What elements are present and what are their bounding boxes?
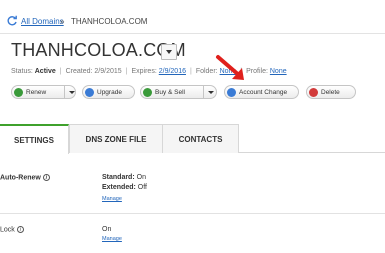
lock-label-text: Lock [0,226,15,234]
extended-label: Extended: [102,184,136,191]
dollar-icon [143,88,152,97]
breadcrumb-separator: » [60,17,65,26]
expires-label: Expires: [131,68,157,75]
breadcrumb-all-domains-link[interactable]: All Domains [21,17,64,26]
standard-value: On [136,174,146,181]
user-icon [227,88,236,97]
auto-renew-extended: Extended: Off [102,184,147,191]
upgrade-label: Upgrade [97,89,122,96]
domain-dropdown-button[interactable] [161,44,177,60]
created-value: 2/9/2015 [94,68,122,75]
row-divider [0,213,385,214]
auto-renew-manage-link[interactable]: Manage [102,196,122,202]
lock-value: On [102,226,112,233]
created-label: Created: [65,68,93,75]
account-change-button[interactable]: Account Change [224,85,299,99]
buy-sell-label: Buy & Sell [155,89,185,96]
upgrade-icon [85,88,94,97]
delete-label: Delete [321,89,340,96]
domain-title: THANHCOLOA.COM [11,40,186,60]
delete-icon [309,88,318,97]
auto-renew-label: Auto-Renew i [0,174,50,181]
renew-dropdown-caret[interactable] [64,86,77,98]
account-change-label: Account Change [239,89,288,96]
info-icon[interactable]: i [16,226,24,233]
auto-renew-standard: Standard: On [102,174,146,181]
breadcrumb-current: THANHCOLOA.COM [71,17,148,26]
breadcrumb-bar: All Domains » THANHCOLOA.COM [0,13,385,34]
status-value: Active [34,68,56,75]
upgrade-button[interactable]: Upgrade [82,85,135,99]
renew-button[interactable]: Renew [11,85,76,99]
expires-date-link[interactable]: 2/9/2016 [159,68,186,75]
extended-value: Off [137,184,148,191]
renew-label: Renew [26,89,47,96]
standard-label: Standard: [102,174,135,181]
refresh-icon[interactable] [6,15,18,27]
tab-dns-zone-file[interactable]: DNS ZONE FILE [69,124,163,153]
buy-sell-button[interactable]: Buy & Sell [140,85,217,99]
info-icon[interactable]: i [42,174,50,181]
renew-icon [14,88,23,97]
delete-button[interactable]: Delete [306,85,356,99]
auto-renew-label-text: Auto-Renew [0,174,41,182]
tab-contacts[interactable]: CONTACTS [162,124,239,153]
lock-manage-link[interactable]: Manage [102,236,122,242]
lock-label: Lock i [0,226,24,233]
red-annotation-arrow [216,55,244,80]
tab-settings[interactable]: SETTINGS [0,124,69,154]
profile-link[interactable]: None [270,68,287,75]
buy-sell-dropdown-caret[interactable] [203,86,218,98]
status-label: Status: [11,68,33,75]
